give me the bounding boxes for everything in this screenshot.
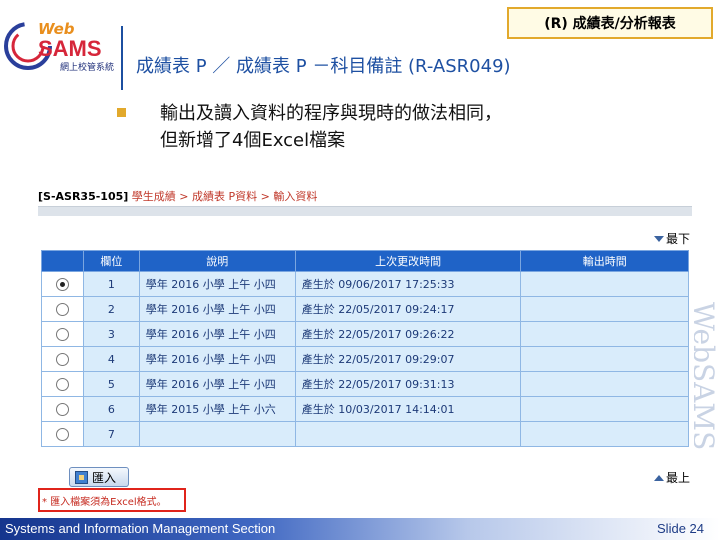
arrow-down-icon (653, 235, 664, 242)
row-number: 3 (82, 321, 140, 347)
go-top-label: 最上 (665, 471, 690, 485)
breadcrumb-path[interactable]: 學生成績 > 成績表 P資料 > 輸入資料 (132, 190, 318, 203)
import-button-label: 匯入 (92, 470, 117, 485)
import-button[interactable]: 匯入 (69, 467, 129, 487)
table-row[interactable]: 2 學年 2016 小學 上午 小四 產生於 22/05/2017 09:24:17 (41, 296, 689, 322)
watermark-text: WebSAMS (694, 302, 720, 451)
websams-watermark: WebSAMS (694, 302, 720, 522)
header-export-time: 輸出時間 (520, 250, 689, 272)
row-last-modified: 產生於 22/05/2017 09:26:22 (294, 321, 522, 347)
table-row[interactable]: 3 學年 2016 小學 上午 小四 產生於 22/05/2017 09:26:22 (41, 321, 689, 347)
websams-logo: Web SAMS 網上校管系統 (4, 20, 114, 73)
row-radio-cell[interactable] (41, 321, 84, 347)
row-number: 4 (82, 346, 140, 372)
row-export-time (520, 296, 689, 322)
header-column: 欄位 (82, 250, 140, 272)
row-select-radio[interactable] (55, 277, 69, 291)
header-last-modified: 上次更改時間 (294, 250, 522, 272)
row-last-modified: 產生於 10/03/2017 14:14:01 (294, 396, 522, 422)
row-select-radio[interactable] (55, 377, 69, 391)
table-row[interactable]: 5 學年 2016 小學 上午 小四 產生於 22/05/2017 09:31:13 (41, 371, 689, 397)
row-description: 學年 2016 小學 上午 小四 (138, 346, 296, 372)
logo-line2: SAMS (38, 36, 102, 61)
row-description: 學年 2016 小學 上午 小四 (138, 321, 296, 347)
row-radio-cell[interactable] (41, 346, 84, 372)
bullet-line: 輸出及讀入資料的程序與現時的做法相同， (160, 103, 502, 124)
row-radio-cell[interactable] (41, 396, 84, 422)
table-row[interactable]: 1 學年 2016 小學 上午 小四 產生於 09/06/2017 17:25:33 (41, 271, 689, 297)
slide: Web SAMS 網上校管系統 (R) 成績表/分析報表 成績表 P ／ 成績表… (0, 0, 720, 540)
logo-subtitle: 網上校管系統 (60, 61, 114, 73)
bullet-text: 輸出及讀入資料的程序與現時的做法相同， 但新增了4個Excel檔案 (160, 100, 700, 154)
go-bottom-link[interactable]: 最下 (653, 230, 690, 247)
row-number: 5 (82, 371, 140, 397)
row-select-radio[interactable] (55, 427, 69, 441)
bullet-line: 但新增了4個Excel檔案 (160, 130, 346, 151)
row-radio-cell[interactable] (41, 421, 84, 447)
logo-divider (121, 26, 123, 90)
row-export-time (520, 346, 689, 372)
row-select-radio[interactable] (55, 302, 69, 316)
row-number: 1 (82, 271, 140, 297)
row-description (138, 421, 296, 447)
row-last-modified: 產生於 22/05/2017 09:24:17 (294, 296, 522, 322)
row-number: 6 (82, 396, 140, 422)
import-icon (75, 470, 88, 484)
header-select (41, 250, 84, 272)
row-select-radio[interactable] (55, 352, 69, 366)
arrow-up-icon (653, 474, 664, 481)
data-table: 欄位 說明 上次更改時間 輸出時間 1 學年 2016 小學 上午 小四 產生於 0… (41, 250, 689, 447)
row-number: 7 (82, 421, 140, 447)
row-radio-cell[interactable] (41, 271, 84, 297)
bullet-square-icon (117, 108, 126, 117)
import-note: * 匯入檔案須為Excel格式。 (38, 488, 186, 512)
go-top-link[interactable]: 最上 (653, 469, 690, 486)
row-last-modified: 產生於 09/06/2017 17:25:33 (294, 271, 522, 297)
row-export-time (520, 371, 689, 397)
go-bottom-label: 最下 (665, 232, 690, 246)
row-number: 2 (82, 296, 140, 322)
row-last-modified (294, 421, 522, 447)
table-row[interactable]: 6 學年 2015 小學 上午 小六 產生於 10/03/2017 14:14:01 (41, 396, 689, 422)
table-row[interactable]: 7 (41, 421, 689, 447)
row-radio-cell[interactable] (41, 371, 84, 397)
row-description: 學年 2016 小學 上午 小四 (138, 296, 296, 322)
row-radio-cell[interactable] (41, 296, 84, 322)
header-description: 說明 (138, 250, 296, 272)
row-last-modified: 產生於 22/05/2017 09:31:13 (294, 371, 522, 397)
table-header-row: 欄位 說明 上次更改時間 輸出時間 (41, 250, 689, 272)
slide-number: Slide 24 (657, 521, 704, 536)
breadcrumb: [S-ASR35-105] 學生成績 > 成績表 P資料 > 輸入資料 (38, 188, 317, 204)
row-export-time (520, 396, 689, 422)
row-description: 學年 2016 小學 上午 小四 (138, 371, 296, 397)
screen-id: [S-ASR35-105] (38, 190, 129, 203)
row-last-modified: 產生於 22/05/2017 09:29:07 (294, 346, 522, 372)
slide-title: 成績表 P ／ 成績表 P －科目備註 (R-ASR049) (136, 56, 511, 77)
row-export-time (520, 321, 689, 347)
row-export-time (520, 421, 689, 447)
breadcrumb-divider (38, 206, 692, 216)
row-description: 學年 2015 小學 上午 小六 (138, 396, 296, 422)
row-select-radio[interactable] (55, 402, 69, 416)
embedded-screenshot: [S-ASR35-105] 學生成績 > 成績表 P資料 > 輸入資料 最下 欄… (38, 188, 692, 512)
table-row[interactable]: 4 學年 2016 小學 上午 小四 產生於 22/05/2017 09:29:07 (41, 346, 689, 372)
section-tag: (R) 成績表/分析報表 (507, 7, 713, 39)
footer-section-name: Systems and Information Management Secti… (5, 521, 276, 536)
row-select-radio[interactable] (55, 327, 69, 341)
row-export-time (520, 271, 689, 297)
row-description: 學年 2016 小學 上午 小四 (138, 271, 296, 297)
